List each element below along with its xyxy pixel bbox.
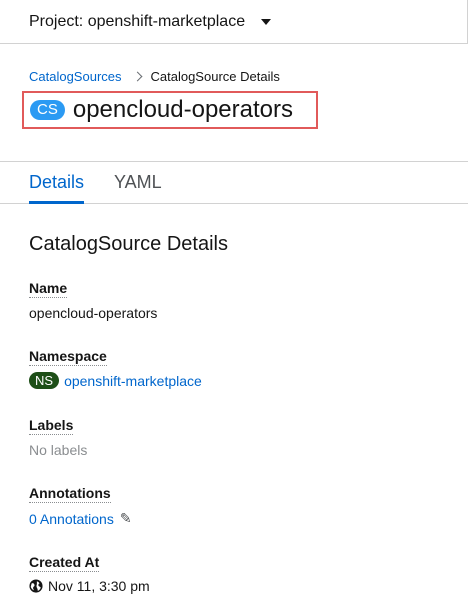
breadcrumb-catalogsources-link[interactable]: CatalogSources — [29, 69, 122, 84]
annotations-label: Annotations — [29, 485, 111, 503]
labels-label: Labels — [29, 417, 74, 435]
name-value: opencloud-operators — [29, 305, 158, 321]
annotations-value: 0 Annotations ✎ — [29, 510, 132, 527]
resource-kind-badge: CS — [30, 100, 65, 120]
tab-bar: Details YAML — [0, 161, 468, 204]
project-dropdown-label: Project: openshift-marketplace — [29, 13, 246, 30]
labels-value: No labels — [29, 442, 88, 458]
pencil-icon[interactable]: ✎ — [120, 510, 132, 527]
breadcrumb: CatalogSources CatalogSource Details — [29, 69, 280, 84]
breadcrumb-current: CatalogSource Details — [150, 69, 280, 84]
page: Project: openshift-marketplace CatalogSo… — [0, 0, 468, 599]
chevron-right-icon — [132, 71, 142, 82]
annotations-link[interactable]: 0 Annotations — [29, 511, 114, 527]
name-label: Name — [29, 280, 68, 298]
caret-down-icon — [261, 19, 272, 25]
created-at-value: Nov 11, 3:30 pm — [29, 578, 150, 594]
namespace-link[interactable]: openshift-marketplace — [64, 373, 202, 389]
globe-icon — [29, 579, 43, 593]
project-dropdown[interactable]: Project: openshift-marketplace — [29, 11, 272, 33]
created-at-label: Created At — [29, 554, 100, 572]
namespace-badge: NS — [29, 372, 60, 389]
namespace-value: NS openshift-marketplace — [29, 372, 202, 389]
tab-details[interactable]: Details — [29, 162, 85, 204]
created-at-text: Nov 11, 3:30 pm — [48, 578, 150, 594]
tab-yaml[interactable]: YAML — [114, 162, 162, 203]
namespace-label: Namespace — [29, 348, 107, 366]
page-title-text: opencloud-operators — [72, 96, 293, 123]
page-title: CS opencloud-operators — [22, 91, 318, 129]
section-heading: CatalogSource Details — [29, 233, 228, 255]
project-bar: Project: openshift-marketplace — [0, 0, 468, 44]
